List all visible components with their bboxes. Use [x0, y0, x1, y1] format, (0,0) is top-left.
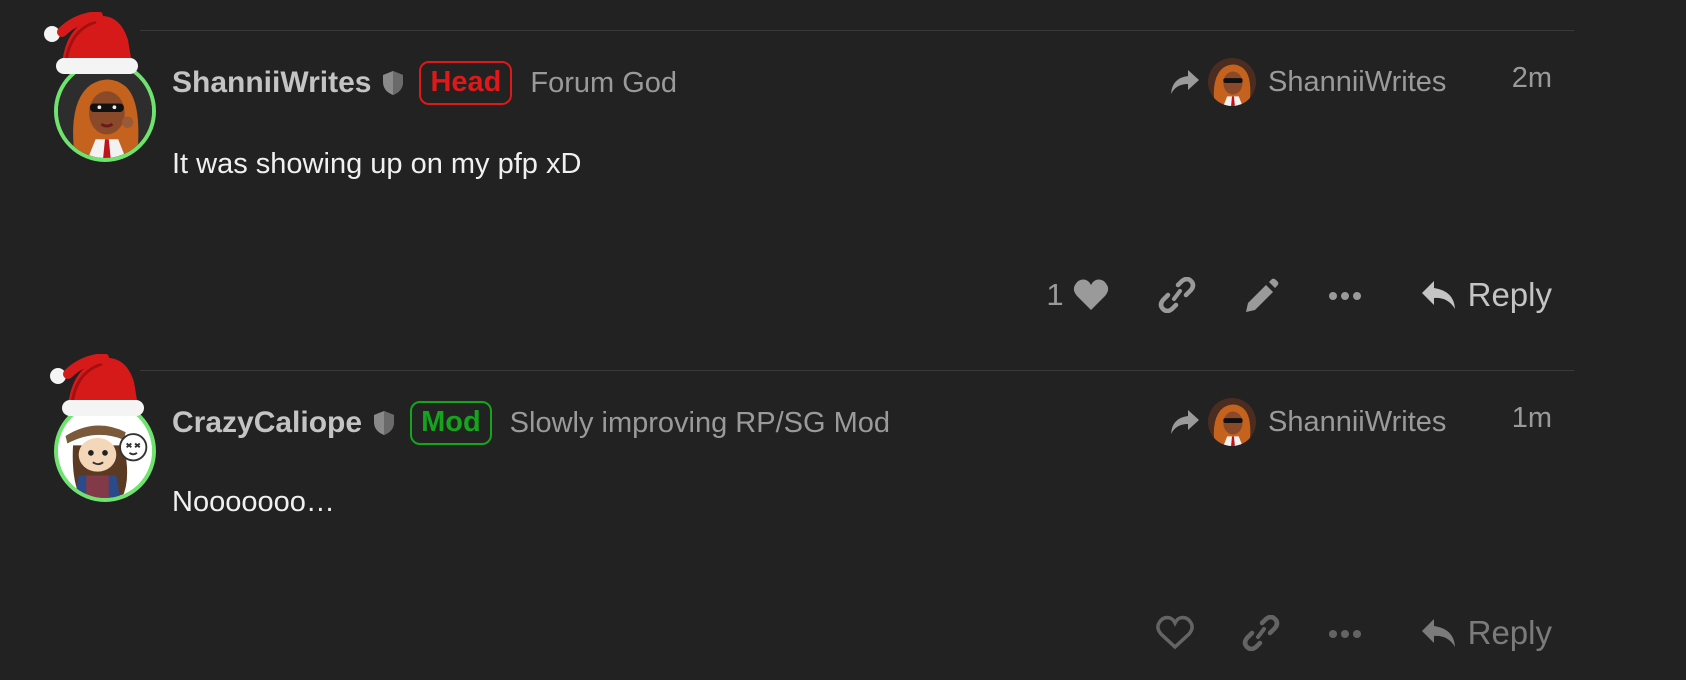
- post-actions: Reply: [1155, 608, 1552, 658]
- post-timestamp[interactable]: 1m: [1512, 402, 1552, 435]
- post-header: ShanniiWrites Head Forum God: [172, 60, 677, 106]
- reply-button-label: Reply: [1467, 276, 1552, 313]
- reply-to-tab[interactable]: ShanniiWrites: [1168, 56, 1446, 108]
- username[interactable]: CrazyCaliope: [172, 406, 362, 440]
- like-button[interactable]: 1: [1046, 277, 1109, 313]
- santa-hat-icon: [44, 12, 138, 74]
- reply-to-username: ShanniiWrites: [1268, 65, 1447, 98]
- user-title: Forum God: [530, 66, 678, 99]
- santa-hat-icon: [50, 354, 144, 416]
- heart-outline-icon: [1155, 615, 1194, 650]
- post-body: Nooooooo…: [172, 486, 335, 518]
- post: CrazyCaliope Mod Slowly improving RP/SG …: [0, 340, 1686, 680]
- reply-icon: [1421, 619, 1455, 647]
- post-divider: [140, 30, 1574, 31]
- post-actions: 1 Reply: [1046, 270, 1552, 320]
- more-options-button[interactable]: [1326, 615, 1364, 651]
- more-options-button[interactable]: [1326, 277, 1364, 313]
- reply-button[interactable]: Reply: [1420, 276, 1552, 314]
- user-title: Slowly improving RP/SG Mod: [509, 406, 891, 439]
- reply-to-avatar: [1208, 398, 1256, 446]
- ellipsis-icon: [1328, 292, 1361, 300]
- reply-button[interactable]: Reply: [1420, 614, 1552, 652]
- post-divider: [140, 370, 1574, 371]
- username[interactable]: ShanniiWrites: [172, 66, 371, 100]
- moderator-shield-icon: [374, 411, 395, 435]
- ellipsis-icon: [1328, 630, 1361, 638]
- flair-badge[interactable]: Head: [419, 61, 513, 105]
- flair-badge[interactable]: Mod: [410, 401, 492, 445]
- pencil-icon: [1245, 278, 1278, 312]
- reply-icon: [1421, 281, 1455, 309]
- link-icon: [1242, 615, 1279, 651]
- reply-to-arrow-icon: [1171, 410, 1199, 434]
- moderator-shield-icon: [383, 71, 404, 95]
- post-timestamp[interactable]: 2m: [1512, 62, 1552, 95]
- like-count[interactable]: 1: [1046, 277, 1063, 313]
- reply-to-arrow-icon: [1171, 70, 1199, 94]
- reply-to-avatar: [1208, 58, 1256, 106]
- edit-button[interactable]: [1242, 277, 1280, 313]
- like-button[interactable]: [1155, 615, 1194, 651]
- reply-to-username: ShanniiWrites: [1268, 405, 1447, 438]
- reply-button-label: Reply: [1467, 614, 1552, 651]
- copy-link-button[interactable]: [1158, 277, 1196, 313]
- link-icon: [1158, 277, 1195, 313]
- post-header: CrazyCaliope Mod Slowly improving RP/SG …: [172, 400, 890, 446]
- post: ShanniiWrites Head Forum God ShanniiWrit…: [0, 0, 1686, 340]
- post-body: It was showing up on my pfp xD: [172, 148, 582, 180]
- heart-icon: [1073, 279, 1108, 310]
- reply-to-tab[interactable]: ShanniiWrites: [1168, 396, 1446, 448]
- copy-link-button[interactable]: [1242, 615, 1280, 651]
